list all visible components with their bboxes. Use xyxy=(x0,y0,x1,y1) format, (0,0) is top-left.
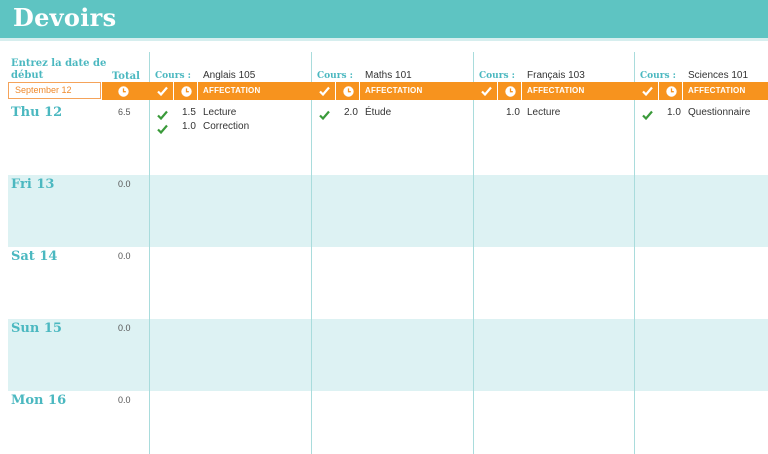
entry-task[interactable]: Questionnaire xyxy=(688,107,750,118)
entry-task[interactable]: Lecture xyxy=(527,107,560,118)
course-name-maths: Maths 101 xyxy=(365,70,412,81)
header-divider xyxy=(658,82,659,100)
course-name-sciences: Sciences 101 xyxy=(688,70,749,81)
checkmark-icon xyxy=(641,85,653,97)
banner-shadow xyxy=(0,38,768,41)
course-label: Cours : xyxy=(479,71,515,81)
course-label: Cours : xyxy=(155,71,191,81)
checkmark-icon[interactable] xyxy=(642,107,653,121)
course-label: Cours : xyxy=(317,71,353,81)
header-divider xyxy=(335,82,336,100)
start-date-input[interactable]: September 12 xyxy=(8,82,101,99)
header-divider xyxy=(497,82,498,100)
column-divider xyxy=(311,52,312,454)
entry-task[interactable]: Lecture xyxy=(203,107,236,118)
header-divider xyxy=(197,82,198,100)
clock-icon xyxy=(117,85,129,97)
day-total: 6.5 xyxy=(118,107,131,117)
day-label: Sun 15 xyxy=(11,321,62,336)
column-divider xyxy=(473,52,474,454)
checkmark-icon xyxy=(156,85,168,97)
course-label: Cours : xyxy=(640,71,676,81)
assignment-header: AFFECTATION xyxy=(203,86,261,95)
column-divider xyxy=(634,52,635,454)
start-date-prompt: Entrez la date de début xyxy=(11,58,107,81)
header-divider xyxy=(359,82,360,100)
day-label: Thu 12 xyxy=(11,105,63,120)
header-divider xyxy=(682,82,683,100)
entry-hours[interactable]: 1.0 xyxy=(506,107,520,118)
entry-hours[interactable]: 1.0 xyxy=(182,121,196,132)
clock-icon xyxy=(180,85,192,97)
entry-task[interactable]: Correction xyxy=(203,121,249,132)
day-label: Sat 14 xyxy=(11,249,58,264)
entry-hours[interactable]: 1.0 xyxy=(667,107,681,118)
entry-hours[interactable]: 2.0 xyxy=(344,107,358,118)
entry-hours[interactable]: 1.5 xyxy=(182,107,196,118)
checkmark-icon xyxy=(318,85,330,97)
entry-task[interactable]: Étude xyxy=(365,107,391,118)
checkmark-icon[interactable] xyxy=(157,121,168,135)
day-total: 0.0 xyxy=(118,179,131,189)
assignment-header: AFFECTATION xyxy=(688,86,746,95)
course-name-anglais: Anglais 105 xyxy=(203,70,256,81)
clock-icon xyxy=(504,85,516,97)
checkmark-icon[interactable] xyxy=(157,107,168,121)
column-divider xyxy=(149,52,150,454)
day-total: 0.0 xyxy=(118,251,131,261)
total-header: Total xyxy=(112,71,140,82)
checkmark-icon xyxy=(480,85,492,97)
course-name-francais: Français 103 xyxy=(527,70,585,81)
day-total: 0.0 xyxy=(118,395,131,405)
clock-icon xyxy=(665,85,677,97)
checkmark-icon[interactable] xyxy=(319,107,330,121)
day-label: Fri 13 xyxy=(11,177,55,192)
assignment-header: AFFECTATION xyxy=(527,86,585,95)
header-divider xyxy=(521,82,522,100)
day-total: 0.0 xyxy=(118,323,131,333)
day-label: Mon 16 xyxy=(11,393,67,408)
page-title: Devoirs xyxy=(13,3,117,32)
clock-icon xyxy=(342,85,354,97)
header-divider xyxy=(173,82,174,100)
assignment-header: AFFECTATION xyxy=(365,86,423,95)
